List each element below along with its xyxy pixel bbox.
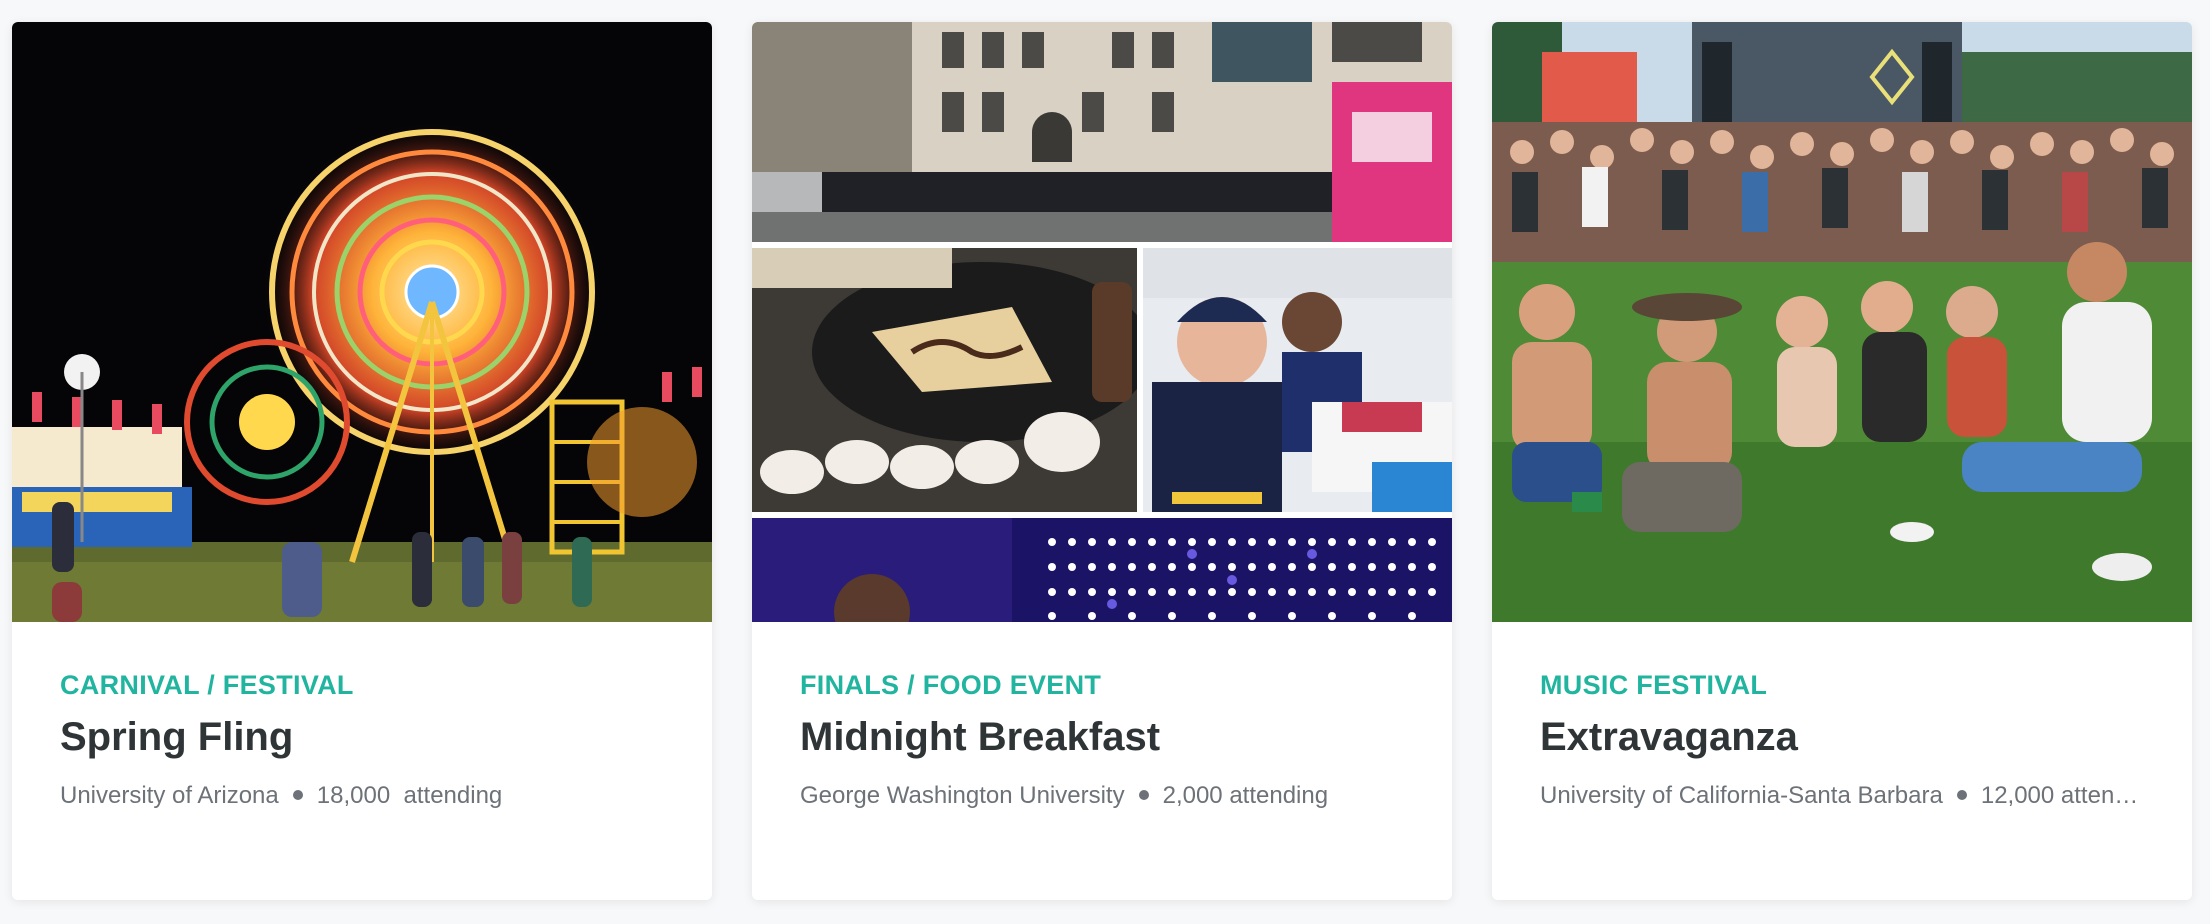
event-school: George Washington University [800, 782, 1125, 809]
event-attendance: 12,000 attending [1980, 782, 2150, 809]
event-title[interactable]: Spring Fling [60, 715, 293, 760]
event-category: FINALS / FOOD EVENT [800, 670, 1102, 700]
event-card-spring-fling[interactable]: CARNIVAL / FESTIVAL Spring Fling Univers… [12, 22, 712, 900]
event-meta: University of California-Santa Barbara 12… [1540, 782, 2150, 810]
event-meta: George Washington University 2,000 attend… [800, 782, 1410, 810]
event-title[interactable]: Midnight Breakfast [800, 715, 1160, 760]
event-title[interactable]: Extravaganza [1540, 715, 1798, 760]
event-attendance: 2,000 attending [1162, 782, 1329, 809]
event-school: University of Arizona [60, 782, 279, 809]
event-card-midnight-breakfast[interactable]: FINALS / FOOD EVENT Midnight Breakfast G… [752, 22, 1452, 900]
separator-dot-icon [1138, 789, 1149, 800]
event-meta: University of Arizona 18,000 attending [60, 782, 670, 810]
separator-dot-icon [292, 789, 303, 800]
separator-dot-icon [1956, 789, 1967, 800]
event-category: MUSIC FESTIVAL [1540, 670, 1768, 700]
event-photo-collage [752, 22, 1452, 622]
event-card-extravaganza[interactable]: MUSIC FESTIVAL Extravaganza University o… [1492, 22, 2192, 900]
event-photo-music-festival [1492, 22, 2192, 622]
event-attendance: 18,000 attending [316, 782, 503, 809]
event-school: University of California-Santa Barbara [1540, 782, 1943, 809]
event-category: CARNIVAL / FESTIVAL [60, 670, 354, 700]
event-photo-carnival [12, 22, 712, 622]
